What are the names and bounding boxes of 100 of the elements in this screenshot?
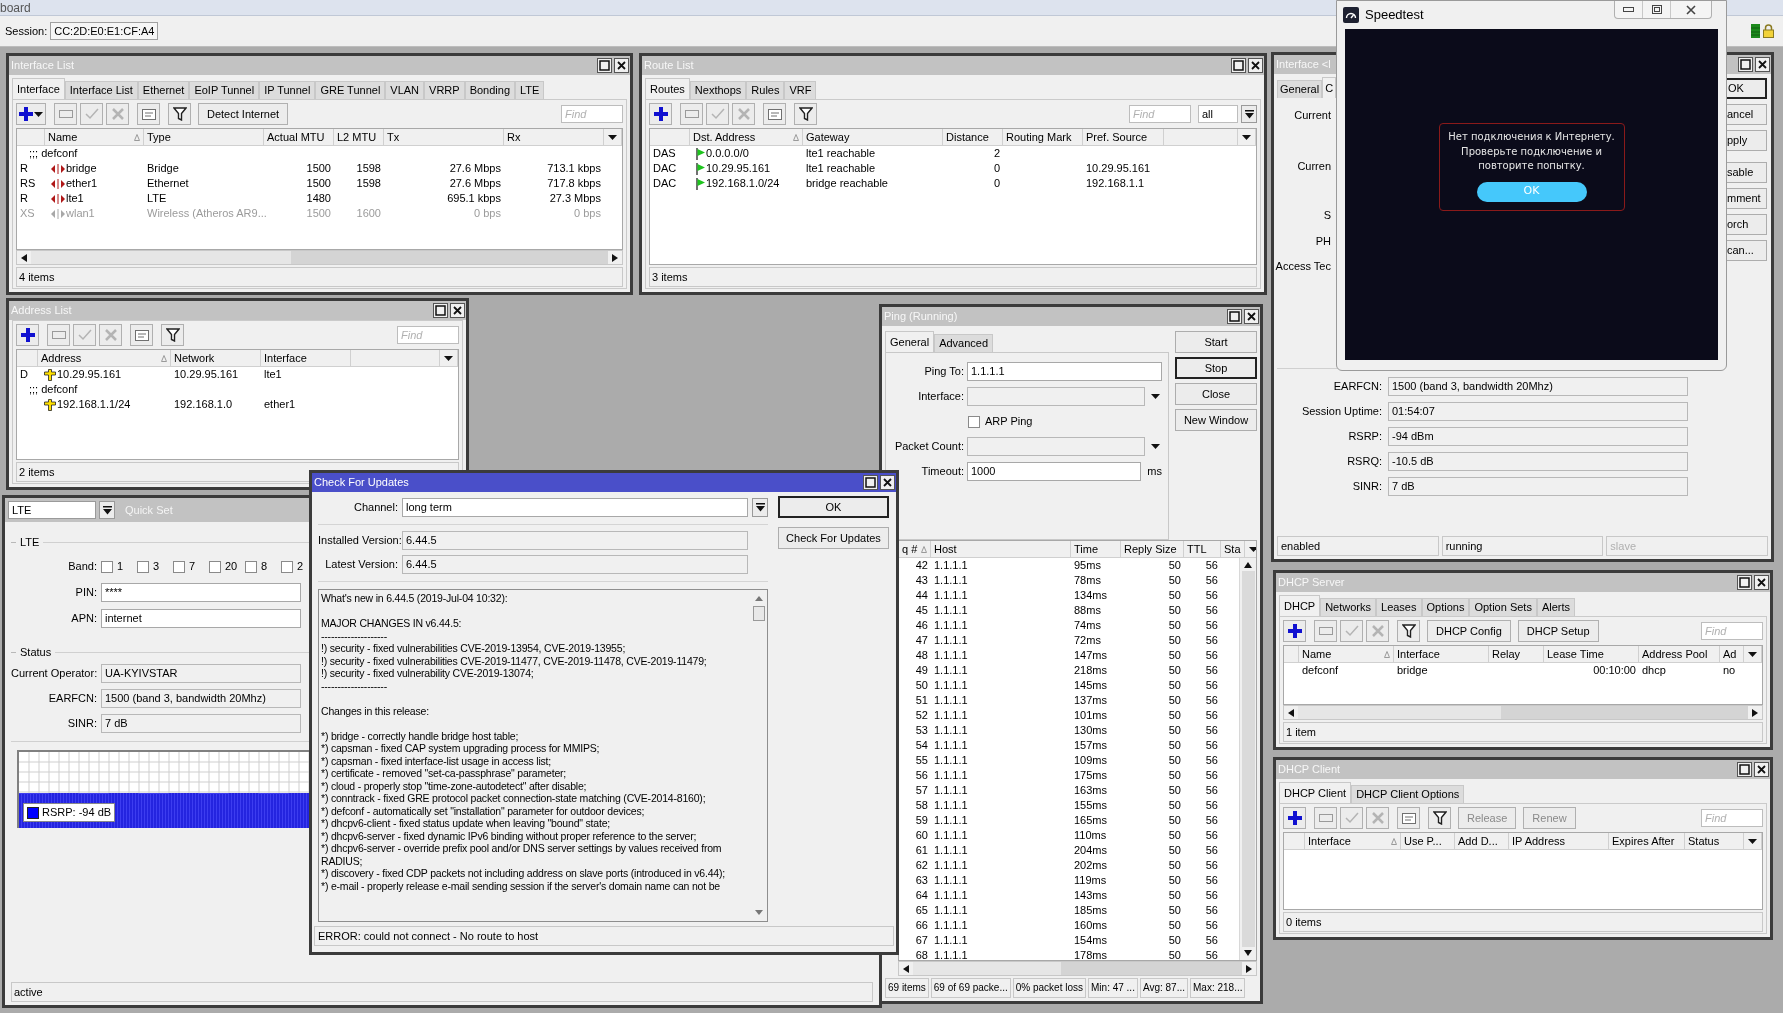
column-header[interactable]: Gateway xyxy=(803,129,943,146)
column-menu-button[interactable] xyxy=(1744,833,1762,850)
dropdown-button[interactable] xyxy=(1241,105,1257,123)
dialog-button[interactable]: OK xyxy=(778,496,889,518)
tab[interactable]: EoIP Tunnel xyxy=(189,81,260,99)
tab[interactable]: General xyxy=(1277,80,1323,98)
tab[interactable]: VRRP xyxy=(424,81,465,99)
tab[interactable]: Alerts xyxy=(1536,598,1576,616)
toolbar-button[interactable]: Detect Internet xyxy=(198,103,289,125)
arrow-down-icon[interactable] xyxy=(1244,950,1252,956)
find-field[interactable]: Find xyxy=(1701,809,1763,827)
tab[interactable]: Routes xyxy=(645,78,690,99)
column-header[interactable]: Address Pool xyxy=(1639,646,1720,663)
column-header[interactable]: Type xyxy=(144,129,264,146)
checkbox[interactable] xyxy=(209,560,221,573)
column-header[interactable]: Name xyxy=(45,129,144,146)
column-header[interactable]: Relay xyxy=(1489,646,1544,663)
close-button[interactable] xyxy=(614,58,629,73)
tab[interactable]: Interface List xyxy=(64,81,138,99)
find-field[interactable]: Find xyxy=(397,326,459,344)
filter-button[interactable] xyxy=(1397,620,1420,642)
tab[interactable]: General xyxy=(885,331,935,352)
arrow-left-icon[interactable] xyxy=(1288,708,1294,717)
input-field[interactable]: **** xyxy=(101,583,301,602)
close-button[interactable] xyxy=(1244,309,1259,324)
arrow-left-icon[interactable] xyxy=(21,253,27,262)
scroll-thumb[interactable] xyxy=(1061,962,1242,975)
column-header[interactable]: Time xyxy=(1071,541,1121,558)
tab[interactable]: DHCP Client Options xyxy=(1351,785,1465,803)
maximize-button[interactable] xyxy=(597,58,612,73)
column-header[interactable]: Expires After xyxy=(1609,833,1685,850)
comment-button[interactable] xyxy=(763,103,786,125)
find-field[interactable]: Find xyxy=(561,105,623,123)
close-button[interactable] xyxy=(450,303,465,318)
tab[interactable]: VRF xyxy=(784,81,817,99)
column-header[interactable]: Actual MTU xyxy=(264,129,334,146)
column-header[interactable]: L2 MTU xyxy=(334,129,384,146)
comment-button[interactable] xyxy=(1397,807,1420,829)
column-header[interactable]: Ad xyxy=(1720,646,1744,663)
column-menu-button[interactable] xyxy=(1238,129,1256,146)
close-button[interactable] xyxy=(1248,58,1263,73)
tab[interactable]: Bonding xyxy=(464,81,515,99)
arrow-right-icon[interactable] xyxy=(1246,964,1252,973)
close-button[interactable] xyxy=(1754,762,1769,777)
column-header[interactable]: q # xyxy=(899,541,931,558)
column-menu-button[interactable] xyxy=(604,129,622,146)
find-field[interactable]: Find xyxy=(1129,105,1191,123)
tab[interactable]: VLAN xyxy=(385,81,425,99)
scroll-thumb[interactable] xyxy=(1500,706,1748,719)
comment-button[interactable] xyxy=(130,324,153,346)
dialog-button[interactable]: Stop xyxy=(1175,357,1257,379)
vertical-scrollbar[interactable] xyxy=(1239,558,1256,960)
checkbox[interactable] xyxy=(101,560,113,573)
arrow-right-icon[interactable] xyxy=(612,253,618,262)
tab[interactable]: Nexthops xyxy=(689,81,747,99)
dialog-button[interactable]: Start xyxy=(1175,331,1257,353)
dropdown-button[interactable] xyxy=(99,501,115,519)
input-field[interactable]: 1000 xyxy=(967,462,1142,481)
filter-button[interactable] xyxy=(168,103,191,125)
mode-field[interactable]: LTE xyxy=(8,501,96,519)
close-button[interactable] xyxy=(880,475,895,490)
maximize-button[interactable] xyxy=(1737,575,1752,590)
column-header[interactable]: Reply Size xyxy=(1121,541,1184,558)
horizontal-scrollbar[interactable] xyxy=(1283,705,1763,720)
toolbar-button[interactable]: DHCP Setup xyxy=(1517,620,1599,642)
column-header[interactable]: Name xyxy=(1299,646,1394,663)
tab[interactable]: Interface xyxy=(12,78,65,99)
column-header[interactable]: IP Address xyxy=(1509,833,1609,850)
tab[interactable]: Networks xyxy=(1320,598,1376,616)
dialog-button[interactable]: Close xyxy=(1175,383,1257,405)
tab[interactable]: C xyxy=(1322,77,1337,98)
tab[interactable]: IP Tunnel xyxy=(259,81,316,99)
checkbox[interactable] xyxy=(173,560,185,573)
filter-button[interactable] xyxy=(161,324,184,346)
input-field[interactable]: internet xyxy=(101,609,301,628)
tab[interactable]: Leases xyxy=(1376,598,1422,616)
column-header[interactable]: Add D... xyxy=(1455,833,1509,850)
filter-button[interactable] xyxy=(1428,807,1451,829)
tab[interactable]: Rules xyxy=(746,81,785,99)
arrow-left-icon[interactable] xyxy=(903,964,909,973)
column-header[interactable]: Routing Mark xyxy=(1003,129,1083,146)
tab[interactable]: Ethernet xyxy=(137,81,190,99)
column-menu-button[interactable] xyxy=(440,350,458,367)
maximize-button[interactable] xyxy=(863,475,878,490)
column-header[interactable]: Interface xyxy=(261,350,351,367)
horizontal-scrollbar[interactable] xyxy=(898,961,1257,976)
column-header[interactable]: Use P... xyxy=(1401,833,1455,850)
add-button[interactable] xyxy=(649,103,672,125)
scroll-thumb[interactable] xyxy=(1241,571,1255,947)
checkbox[interactable] xyxy=(281,560,293,573)
tab[interactable]: Advanced xyxy=(934,334,994,352)
dropdown-field[interactable]: long term xyxy=(402,498,748,517)
close-button[interactable] xyxy=(1755,57,1770,72)
tab[interactable]: DHCP Client xyxy=(1279,782,1352,803)
dialog-button[interactable]: Check For Updates xyxy=(778,527,889,549)
column-header[interactable]: Pref. Source xyxy=(1083,129,1164,146)
tab[interactable]: GRE Tunnel xyxy=(315,81,386,99)
arrow-right-icon[interactable] xyxy=(1752,708,1758,717)
session-field[interactable]: CC:2D:E0:E1:CF:A4 xyxy=(50,22,159,40)
scroll-thumb[interactable] xyxy=(753,606,765,621)
